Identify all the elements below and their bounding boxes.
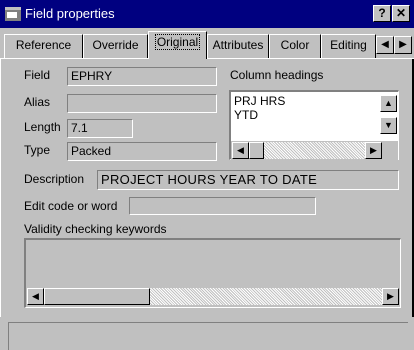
- tab-label: Color: [280, 38, 310, 52]
- scroll-right-icon[interactable]: ▶: [365, 142, 382, 159]
- column-heading-line: YTD: [234, 108, 258, 122]
- column-headings-box[interactable]: PRJ HRS YTD ▲ ▼ ◀ ▶: [229, 90, 399, 160]
- tab-label: Reference: [15, 38, 72, 52]
- column-heading-line: PRJ HRS: [234, 94, 286, 108]
- length-field[interactable]: 7.1: [67, 119, 133, 138]
- tab-original[interactable]: Original: [148, 31, 207, 59]
- alias-field[interactable]: [67, 94, 217, 113]
- tab-color[interactable]: Color: [269, 34, 321, 58]
- edit-code-label: Edit code or word: [24, 199, 118, 213]
- scroll-track[interactable]: [264, 142, 365, 159]
- description-label: Description: [24, 172, 85, 186]
- tab-scroll-right-icon[interactable]: ▶: [394, 36, 412, 54]
- title-bar: Field properties ? ✕: [0, 0, 414, 28]
- scroll-thumb[interactable]: [249, 142, 264, 159]
- tab-label: Original: [154, 34, 201, 50]
- scroll-left-icon[interactable]: ◀: [232, 142, 249, 159]
- edit-code-field[interactable]: [129, 197, 316, 215]
- window-title: Field properties: [25, 6, 115, 21]
- help-button[interactable]: ?: [373, 5, 391, 22]
- scroll-up-icon[interactable]: ▲: [380, 95, 397, 112]
- tab-label: Override: [92, 38, 139, 52]
- tab-editing[interactable]: Editing: [321, 34, 376, 58]
- tab-label: Editing: [330, 38, 367, 52]
- tab-attributes[interactable]: Attributes: [207, 34, 269, 58]
- tab-label: Attributes: [212, 38, 264, 52]
- status-bar: [8, 322, 408, 350]
- validity-horizontal-scrollbar[interactable]: ◀ ▶: [26, 287, 399, 306]
- column-headings-label: Column headings: [230, 68, 324, 82]
- field-name-field[interactable]: EPHRY: [67, 67, 217, 86]
- tab-scroll-left-icon[interactable]: ◀: [376, 36, 394, 54]
- validity-keywords-text: [28, 242, 388, 282]
- scroll-track[interactable]: [150, 288, 382, 305]
- type-label: Type: [24, 143, 51, 157]
- field-label: Field: [24, 68, 51, 82]
- scroll-left-icon[interactable]: ◀: [27, 288, 44, 305]
- tab-reference[interactable]: Reference: [4, 34, 83, 58]
- horizontal-scrollbar[interactable]: ◀ ▶: [231, 141, 398, 160]
- validity-keywords-box[interactable]: ◀ ▶: [24, 238, 401, 308]
- tab-override[interactable]: Override: [83, 34, 148, 58]
- close-button[interactable]: ✕: [392, 5, 410, 22]
- alias-label: Alias: [24, 95, 51, 109]
- description-field[interactable]: PROJECT HOURS YEAR TO DATE: [97, 170, 399, 190]
- validity-label: Validity checking keywords: [24, 222, 167, 236]
- length-label: Length: [24, 120, 61, 134]
- scroll-right-icon[interactable]: ▶: [382, 288, 399, 305]
- scroll-thumb[interactable]: [44, 288, 150, 305]
- type-field[interactable]: Packed: [67, 142, 217, 161]
- scroll-down-icon[interactable]: ▼: [380, 117, 397, 134]
- window-app-icon: [5, 7, 21, 21]
